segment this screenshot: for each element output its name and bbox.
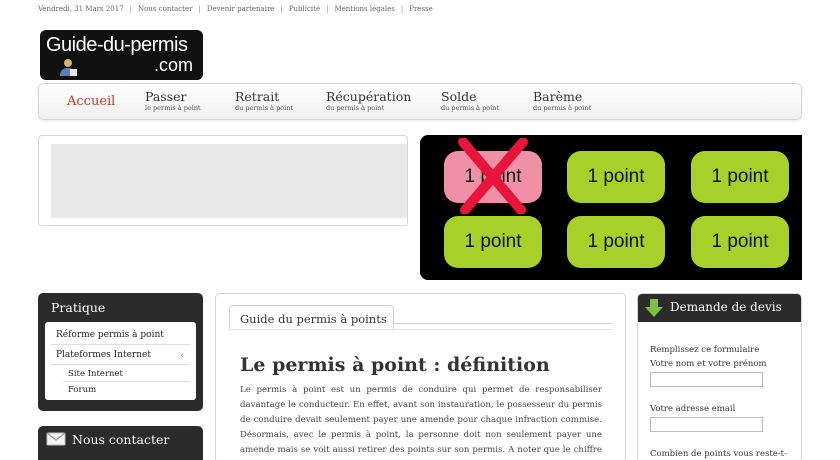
site-logo[interactable]: Guide-du-permis .com (40, 30, 203, 80)
top-bar: Vendredi, 31 Mars 2017 | Nous contacter … (38, 5, 433, 17)
email-label: Votre adresse email (650, 404, 736, 414)
separator: | (129, 5, 133, 13)
point: 1 point (444, 216, 542, 268)
logo-text: Guide-du-permis (46, 34, 188, 56)
name-label: Votre nom et votre prénom (650, 359, 767, 369)
menu-subitem-site[interactable]: Site Internet (68, 369, 123, 379)
contact-panel[interactable]: Nous contacter (38, 426, 203, 460)
nav-subtitle: du permis à point (441, 104, 500, 112)
point: 1 point (567, 216, 665, 268)
point: 1 point (691, 216, 789, 268)
main-content: Guide du permis à points Le permis à poi… (215, 293, 626, 460)
cross-icon (458, 138, 528, 214)
nav-subtitle: du permis à point (533, 104, 592, 112)
mail-icon (46, 432, 66, 446)
points-label: Combien de points vous reste-t- (650, 449, 787, 459)
nav-passer[interactable]: Passer le permis à point (145, 90, 201, 113)
separator: | (326, 5, 329, 13)
divider (51, 344, 190, 345)
chevron-left-icon[interactable]: ‹ (180, 351, 184, 361)
separator: | (280, 5, 283, 13)
pratique-title: Pratique (51, 300, 106, 315)
divider (51, 364, 190, 365)
menu-item-reforme[interactable]: Réforme permis à point (56, 330, 164, 340)
pratique-panel: Pratique Réforme permis à point Platefor… (38, 293, 203, 411)
name-field[interactable] (650, 372, 763, 387)
pratique-menu: Réforme permis à point Plateformes Inter… (45, 322, 196, 400)
slideshow-image-placeholder (51, 144, 407, 218)
nav-title: Barème (533, 89, 583, 104)
link-ads[interactable]: Publicité (289, 5, 320, 17)
nav-title: Retrait (235, 89, 280, 104)
separator: | (198, 5, 201, 13)
nav-subtitle: du permis à point (235, 104, 294, 112)
quote-header: Demande de devis (638, 294, 801, 322)
menu-item-plateformes[interactable]: Plateformes Internet (56, 350, 151, 360)
nav-solde[interactable]: Solde du permis à point (441, 90, 499, 113)
current-date: Vendredi, 31 Mars 2017 (38, 5, 124, 13)
email-field[interactable] (650, 417, 763, 432)
content-divider (229, 329, 612, 330)
nav-subtitle: du permis à point (326, 104, 385, 112)
link-partner[interactable]: Devenir partenaire (207, 5, 275, 17)
divider (63, 381, 190, 382)
nav-title: Solde (441, 89, 477, 104)
tab-guide[interactable]: Guide du permis à points (229, 305, 394, 330)
nav-title: Passer (145, 89, 187, 104)
tab-underline (394, 323, 612, 324)
nav-title: Récupération (326, 89, 412, 104)
point: 1 point (567, 151, 665, 203)
menu-subitem-forum[interactable]: Forum (68, 385, 96, 395)
main-navigation: Accueil Passer le permis à point Retrait… (38, 83, 802, 120)
page-title: Le permis à point : définition (240, 354, 550, 376)
point: 1 point (691, 151, 789, 203)
nav-bareme[interactable]: Barème du permis à point (533, 90, 591, 113)
link-contact[interactable]: Nous contacter (138, 5, 193, 17)
nav-retrait[interactable]: Retrait du permis à point (235, 90, 293, 113)
separator: | (400, 5, 404, 13)
link-press[interactable]: Presse (409, 5, 433, 17)
logo-suffix: .com (153, 55, 193, 75)
quote-request-panel: Demande de devis Remplissez ce formulair… (637, 293, 802, 460)
arrow-down-icon (645, 299, 663, 317)
contact-title: Nous contacter (72, 432, 170, 447)
form-intro: Remplissez ce formulaire (650, 345, 760, 355)
nav-home[interactable]: Accueil (67, 94, 115, 109)
user-icon (60, 59, 77, 76)
link-legal[interactable]: Mentions légales (334, 5, 394, 17)
article-paragraph: Le permis à point est un permis de condu… (240, 385, 602, 455)
nav-recuperation[interactable]: Récupération du permis à point (326, 90, 411, 113)
quote-title: Demande de devis (670, 300, 782, 314)
nav-subtitle: le permis à point (145, 104, 201, 112)
slideshow-panel (38, 135, 408, 226)
